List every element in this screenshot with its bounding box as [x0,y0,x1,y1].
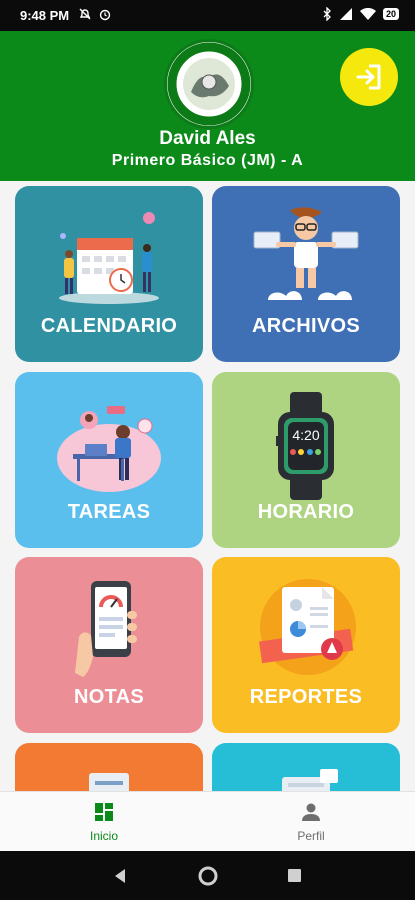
tile-tareas[interactable]: TAREAS [15,372,203,548]
report-illustration-icon [259,579,356,675]
status-left-icons [78,7,112,21]
tile-partial-right[interactable] [212,743,400,791]
nav-item-inicio[interactable]: Inicio [54,802,154,843]
tile-reportes[interactable]: REPORTES [212,557,400,733]
tile-label: REPORTES [249,686,363,708]
menu-grid: CALENDARIO ARCHIVOS TAREAS 4:20 HORARIO … [0,181,415,791]
bluetooth-icon [323,7,331,21]
home-icon[interactable] [197,865,219,887]
signal-icon [339,8,352,20]
back-icon[interactable] [113,868,127,884]
partial-tile-illustration-icon [89,773,129,791]
tile-partial-left[interactable] [15,743,203,791]
tile-calendario[interactable]: CALENDARIO [15,186,203,362]
dashboard-icon [95,803,113,821]
profile-header: David Ales Primero Básico (JM) - A [0,31,415,181]
grades-phone-illustration-icon [75,581,137,677]
user-name: David Ales [159,128,256,149]
watch-time: 4:20 [292,427,319,443]
calendar-illustration-icon [59,212,159,304]
tile-label: NOTAS [73,686,144,708]
tile-label: CALENDARIO [40,315,178,337]
files-illustration-icon [253,207,359,300]
partial-tile-illustration-icon [282,769,338,791]
status-bar: 9:48 PM 20 [0,0,415,31]
alarm-icon [99,9,111,21]
bottom-navigation: Inicio Perfil [0,791,415,852]
status-right-icons: 20 [322,7,399,21]
logout-button[interactable] [340,48,398,106]
battery-indicator: 20 [382,8,399,20]
mute-bell-icon [79,8,91,20]
nav-item-perfil[interactable]: Perfil [261,802,361,843]
person-icon [302,803,320,821]
logout-icon [356,64,381,90]
user-course: Primero Básico (JM) - A [111,152,304,169]
tile-label: ARCHIVOS [252,315,360,337]
status-time: 9:48 PM [20,8,70,23]
school-logo [164,39,254,129]
tile-horario[interactable]: 4:20 HORARIO [212,372,400,548]
recents-icon[interactable] [287,868,302,883]
tile-label: HORARIO [257,501,355,523]
tile-label: TAREAS [67,501,151,523]
tile-notas[interactable]: NOTAS [15,557,203,733]
system-navigation-bar [0,851,415,900]
nav-label-inicio: Inicio [89,829,118,843]
nav-label-perfil: Perfil [297,829,325,843]
wifi-icon [359,8,376,20]
watch-illustration-icon: 4:20 [276,392,334,500]
tile-archivos[interactable]: ARCHIVOS [212,186,400,362]
homework-illustration-icon [57,406,161,492]
